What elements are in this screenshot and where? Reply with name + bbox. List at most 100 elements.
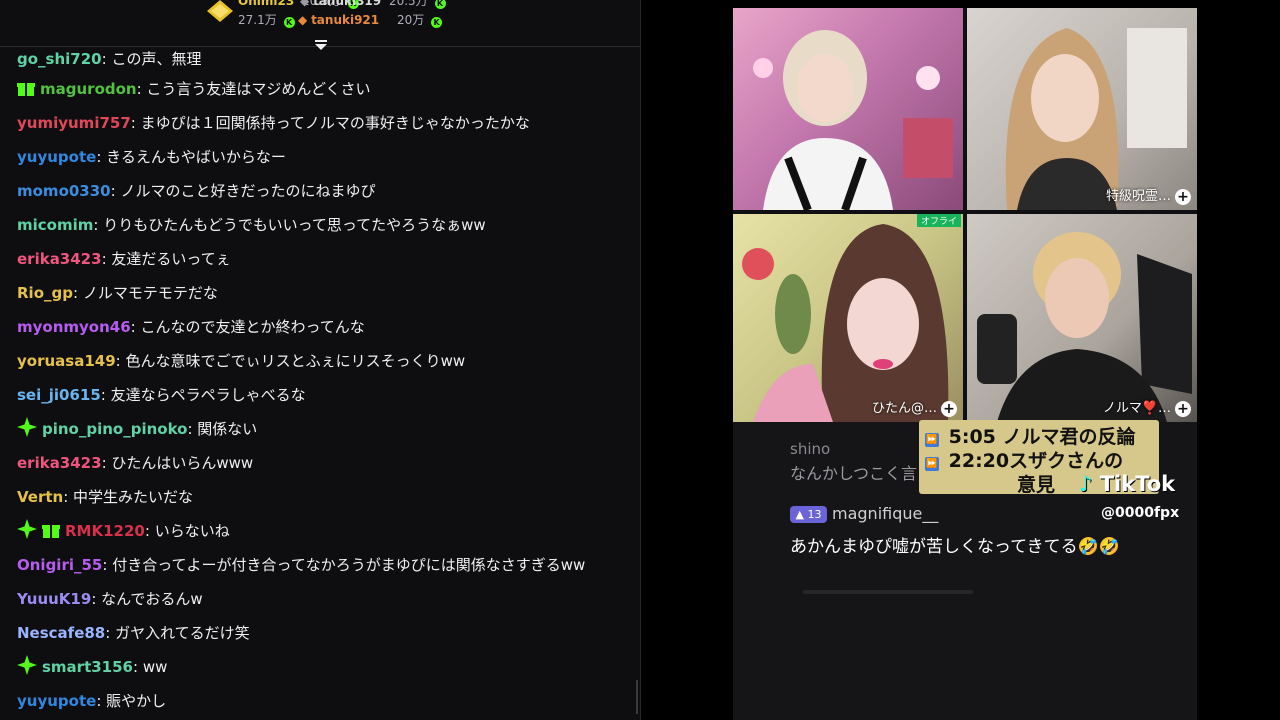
follow-plus-icon[interactable]: +	[941, 401, 957, 417]
chat-text: この声、無理	[111, 50, 202, 68]
fast-forward-icon: ⏩	[925, 457, 939, 471]
chat-username[interactable]: momo0330	[17, 182, 111, 200]
comment-text: あかんまゆぴ嘘が苦しくなってきてる🤣🤣	[790, 537, 1120, 557]
chat-username[interactable]: myonmyon46	[17, 318, 131, 336]
chat-message: yoruasa149: 色んな意味でごでぃリスとふぇにリスそっくりww	[17, 344, 630, 378]
chat-username[interactable]: smart3156	[42, 658, 133, 676]
chat-text: こう言う友達はマジめんどくさい	[146, 80, 371, 98]
chat-username[interactable]: go_shi720	[17, 50, 102, 68]
streamer-figure	[753, 30, 953, 210]
chat-username[interactable]: Vertn	[17, 488, 63, 506]
sparkle-badge-icon	[17, 517, 37, 548]
leaderboard-name: tanuki921	[311, 13, 380, 27]
chat-username[interactable]: magurodon	[40, 80, 137, 98]
chat-username[interactable]: RMK1220	[65, 522, 145, 540]
comment-input-bar[interactable]	[803, 590, 973, 594]
chat-username[interactable]: Nescafe88	[17, 624, 105, 642]
caption-line-3: 意見	[1017, 474, 1056, 496]
chat-separator: :	[101, 454, 112, 472]
chat-username[interactable]: micomim	[17, 216, 93, 234]
chat-text: 中学生みたいだな	[73, 488, 194, 506]
chat-message: momo0330: ノルマのこと好きだったのにねまゆぴ	[17, 174, 630, 208]
video-tile-3[interactable]: オフライ ひたん@… +	[733, 214, 963, 422]
chat-username[interactable]: YuuuK19	[17, 590, 91, 608]
gift-badge-icon	[17, 75, 35, 106]
chat-message: YuuuK19: なんでおるんw	[17, 582, 630, 616]
leaderboard-entry-3[interactable]: 27.1万 K	[238, 13, 295, 28]
chat-separator: :	[96, 148, 107, 166]
tiktok-logo: ♪ TikTok	[1079, 472, 1175, 496]
chat-username[interactable]: Onigiri_55	[17, 556, 102, 574]
sparkle-badge-icon	[17, 415, 37, 446]
chat-separator: :	[101, 250, 112, 268]
kick-coin-icon: K	[283, 17, 295, 28]
tile-username: ノルマ❣️…	[1102, 401, 1171, 416]
leaderboard-amount: 27.1万	[238, 13, 277, 27]
chat-message: Nescafe88: ガヤ入れてるだけ笑	[17, 616, 630, 650]
chat-username[interactable]: sei_ji0615	[17, 386, 101, 404]
video-tile-2[interactable]: 特級呪霊… +	[967, 8, 1197, 210]
chat-text: きるえんもやばいからなー	[106, 148, 286, 166]
chat-text: ww	[142, 658, 168, 676]
comment-user: magnifique__	[832, 504, 939, 523]
bronze-diamond-icon: ◆	[298, 13, 308, 27]
chat-username[interactable]: pino_pino_pinoko	[42, 420, 187, 438]
chat-separator: :	[130, 318, 141, 336]
chat-message: micomim: りりもひたんもどうでもいいって思ってたやろうなぁww	[17, 208, 630, 242]
leaderboard-entry-4[interactable]: ◆ tanuki921 20万 K	[298, 13, 443, 28]
tiktok-note-icon: ♪	[1079, 472, 1093, 496]
video-tile-4[interactable]: ノルマ❣️… +	[967, 214, 1197, 422]
chat-text: まゆぴは１回関係持ってノルマの事好きじゃなかったかな	[140, 114, 530, 132]
chat-message: yumiyumi757: まゆぴは１回関係持ってノルマの事好きじゃなかったかな	[17, 106, 630, 140]
chat-text: ノルマモテモテだな	[82, 284, 218, 302]
kick-coin-icon: K	[434, 0, 446, 9]
user-level-badge: ▲ 13	[790, 506, 827, 523]
chat-separator: :	[72, 284, 83, 302]
chat-message: yuyupote: きるえんもやばいからなー	[17, 140, 630, 174]
gift-leaderboard: Onimi23 20.5万 K ◆ tanuki319 20.5万 K 27.1…	[0, 0, 640, 50]
chat-separator: :	[115, 352, 126, 370]
fast-forward-icon: ⏩	[925, 433, 939, 447]
chat-separator: :	[136, 80, 147, 98]
tile-username: 特級呪霊…	[1105, 189, 1171, 204]
leaderboard-entry-2[interactable]: ◆ tanuki319 20.5万 K	[300, 0, 446, 9]
chat-separator: :	[133, 658, 143, 676]
chat-scrollbar[interactable]	[636, 680, 638, 714]
chat-text: なんでおるんw	[101, 590, 203, 608]
chat-username[interactable]: yuyupote	[17, 148, 96, 166]
chat-username[interactable]: erika3423	[17, 454, 102, 472]
gift-badge-icon	[42, 517, 60, 548]
video-tile-1[interactable]	[733, 8, 963, 210]
chat-text: ガヤ入れてるだけ笑	[115, 624, 250, 642]
silver-diamond-icon: ◆	[300, 0, 310, 8]
chat-separator: :	[105, 624, 116, 642]
stream-video[interactable]: 特級呪霊… + オフライ ひたん@… + ノルマ❣️… + shino なんかし…	[733, 8, 1197, 720]
leaderboard-name: Onimi23	[238, 0, 295, 8]
chat-message: Vertn: 中学生みたいだな	[17, 480, 630, 514]
diamond-crown-icon	[207, 0, 233, 22]
follow-plus-icon[interactable]: +	[1175, 189, 1191, 205]
chat-separator: :	[101, 50, 112, 68]
chat-separator: :	[91, 590, 102, 608]
chat-username[interactable]: yuyupote	[17, 692, 96, 710]
chat-message: yuyupote: 賑やかし	[17, 684, 630, 718]
follow-plus-icon[interactable]: +	[1175, 401, 1191, 417]
streamer-figure	[977, 232, 1192, 422]
tile-username: ひたん@…	[871, 401, 937, 416]
chat-text: 友達だるいってぇ	[111, 250, 231, 268]
leaderboard-amount: 20万	[396, 13, 425, 27]
chat-message-list: go_shi720: この声、無理 magurodon: こう言う友達はマジめんど…	[17, 46, 630, 718]
chat-text: ノルマのこと好きだったのにねまゆぴ	[120, 182, 376, 200]
chat-username[interactable]: yoruasa149	[17, 352, 116, 370]
chat-separator: :	[144, 522, 155, 540]
chat-username[interactable]: Rio_gp	[17, 284, 73, 302]
chat-message: sei_ji0615: 友達ならペラペラしゃべるな	[17, 378, 630, 412]
chat-message: Onigiri_55: 付き合ってよーが付き合ってなかろうがまゆぴには関係なさす…	[17, 548, 630, 582]
chat-username[interactable]: yumiyumi757	[17, 114, 131, 132]
chat-username[interactable]: erika3423	[17, 250, 102, 268]
chat-text: いらないね	[154, 522, 230, 540]
tiktok-wordmark: TikTok	[1099, 472, 1176, 496]
chat-text: 友達ならペラペラしゃべるな	[110, 386, 306, 404]
chat-separator: :	[102, 556, 113, 574]
chat-text: 関係ない	[197, 420, 258, 438]
